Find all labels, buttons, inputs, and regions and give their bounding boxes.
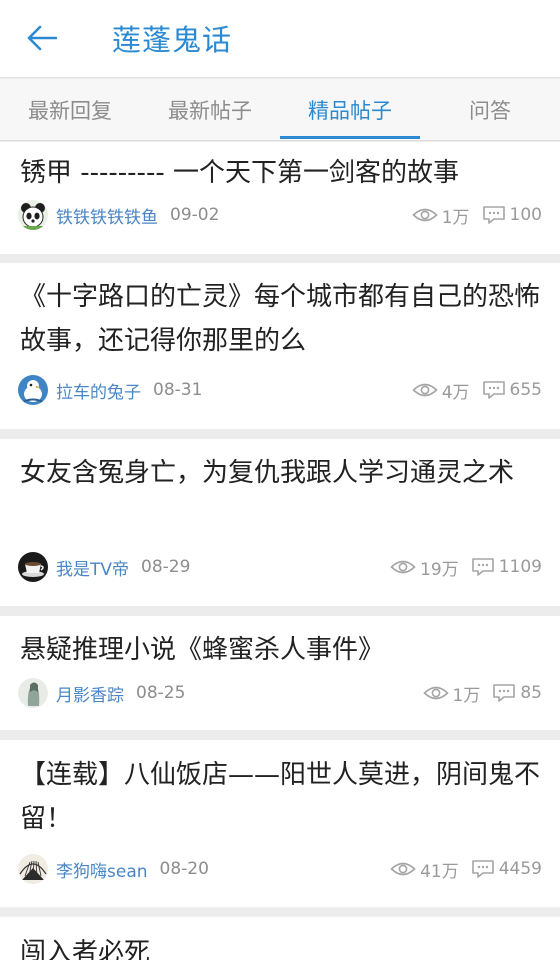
comment-icon (471, 859, 495, 879)
bird-avatar[interactable] (18, 375, 48, 405)
post-card[interactable]: 悬疑推理小说《蜂蜜杀人事件》 月影香踪 08-25 1万 85 (0, 616, 560, 730)
comment-icon (492, 683, 516, 703)
post-title[interactable]: 【连载】八仙饭店——阳世人莫进，阴间鬼不留！ (20, 753, 542, 841)
figure-avatar[interactable] (18, 678, 48, 708)
author-name[interactable]: 李狗嗨sean (56, 857, 148, 882)
eye-icon (390, 860, 416, 878)
tab-qa[interactable]: 问答 (420, 79, 560, 141)
comment-icon (482, 205, 506, 225)
author-name[interactable]: 拉车的兔子 (56, 378, 141, 403)
app-header: 莲蓬鬼话 (0, 0, 560, 78)
post-card[interactable]: 【连载】八仙饭店——阳世人莫进，阴间鬼不留！ 李狗嗨sean 08-20 41万… (0, 740, 560, 907)
post-date: 09-02 (170, 205, 220, 225)
comment-count: 1109 (498, 557, 542, 577)
post-date: 08-25 (136, 683, 186, 703)
post-stats: 41万 4459 (390, 857, 542, 882)
post-stats: 1万 85 (422, 681, 542, 706)
arrow-left-icon (27, 25, 57, 51)
post-card[interactable]: 闯入者必死 (0, 917, 560, 960)
back-button[interactable] (22, 20, 62, 56)
view-count: 41万 (420, 861, 459, 882)
post-title[interactable]: 锈甲 --------- 一个天下第一剑客的故事 (20, 151, 542, 195)
cup-avatar[interactable] (18, 552, 48, 582)
eye-icon (412, 206, 438, 224)
post-meta: 月影香踪 08-25 1万 85 (18, 677, 542, 709)
eye-icon (412, 381, 438, 399)
eye-icon (390, 558, 416, 576)
comment-icon (482, 380, 506, 400)
comment-count: 85 (520, 683, 542, 703)
comment-count: 655 (509, 380, 542, 400)
post-title[interactable]: 《十字路口的亡灵》每个城市都有自己的恐怖故事，还记得你那里的么 (20, 275, 542, 363)
tab-bar: 最新回复 最新帖子 精品帖子 问答 (0, 79, 560, 141)
post-stats: 4万 655 (412, 378, 542, 403)
view-count: 4万 (441, 382, 470, 403)
view-count: 1万 (441, 207, 470, 228)
author-name[interactable]: 我是TV帝 (56, 555, 129, 580)
view-count: 19万 (420, 559, 459, 580)
comment-count: 4459 (498, 859, 542, 879)
post-date: 08-20 (159, 859, 209, 879)
eye-icon (422, 684, 449, 702)
tab-latest-replies[interactable]: 最新回复 (0, 79, 140, 141)
post-card[interactable]: 锈甲 --------- 一个天下第一剑客的故事 铁铁铁铁铁鱼 09-02 1万 (0, 142, 560, 254)
post-title[interactable]: 悬疑推理小说《蜂蜜杀人事件》 (20, 628, 542, 672)
tab-featured-posts[interactable]: 精品帖子 (280, 79, 420, 141)
view-count: 1万 (452, 685, 481, 706)
post-card[interactable]: 《十字路口的亡灵》每个城市都有自己的恐怖故事，还记得你那里的么 拉车的兔子 08… (0, 263, 560, 429)
post-date: 08-29 (141, 557, 191, 577)
post-meta: 拉车的兔子 08-31 4万 655 (18, 374, 542, 406)
page-title: 莲蓬鬼话 (112, 23, 233, 57)
post-title[interactable]: 女友含冤身亡，为复仇我跟人学习通灵之术 (20, 451, 542, 495)
post-card[interactable]: 女友含冤身亡，为复仇我跟人学习通灵之术 我是TV帝 08-29 19万 1109 (0, 439, 560, 606)
post-meta: 铁铁铁铁铁鱼 09-02 1万 100 (18, 199, 542, 231)
post-meta: 李狗嗨sean 08-20 41万 4459 (18, 853, 542, 885)
post-date: 08-31 (153, 380, 203, 400)
fan-avatar[interactable] (18, 854, 48, 884)
active-tab-indicator (280, 136, 420, 139)
post-stats: 19万 1109 (390, 555, 542, 580)
post-title[interactable]: 闯入者必死 (20, 931, 542, 960)
post-stats: 1万 100 (412, 203, 542, 228)
tab-latest-posts[interactable]: 最新帖子 (140, 79, 280, 141)
comment-count: 100 (509, 205, 542, 225)
post-meta: 我是TV帝 08-29 19万 1109 (18, 551, 542, 583)
panda-avatar[interactable] (18, 200, 48, 230)
author-name[interactable]: 铁铁铁铁铁鱼 (56, 203, 158, 228)
author-name[interactable]: 月影香踪 (56, 681, 124, 706)
comment-icon (471, 557, 495, 577)
